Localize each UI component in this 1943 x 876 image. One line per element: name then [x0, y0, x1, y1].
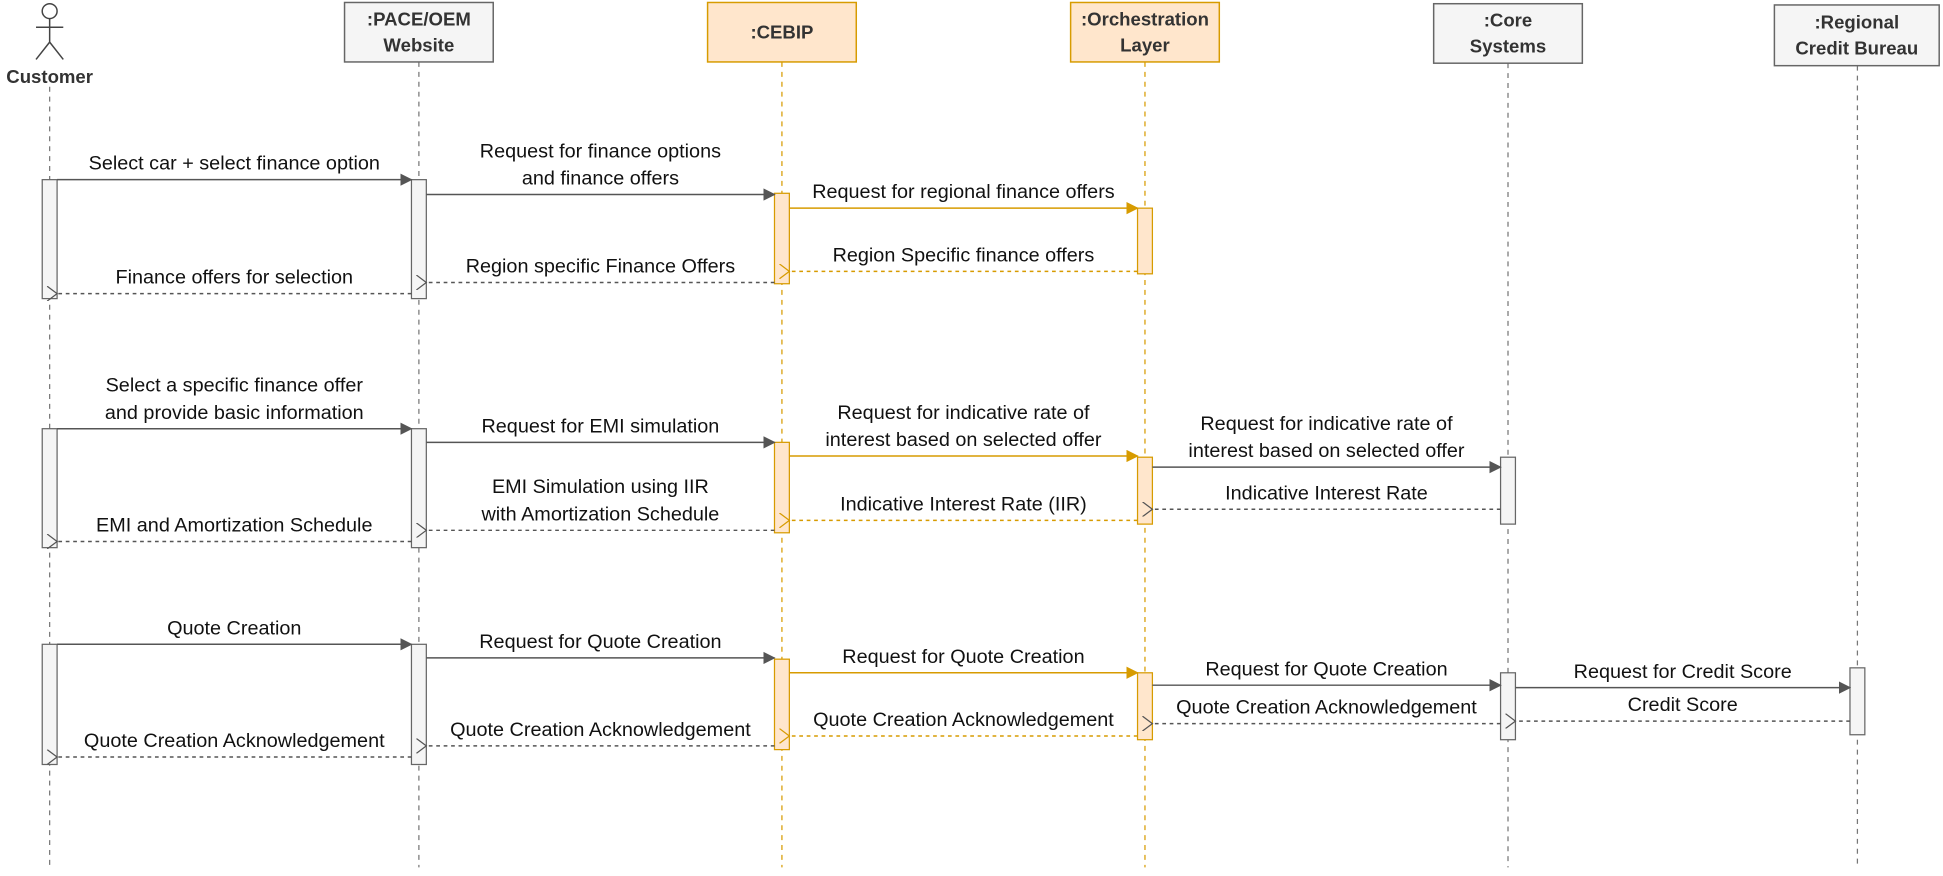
return-message-14[interactable]: EMI and Amortization Schedule [57, 515, 412, 542]
message-label: Quote Creation Acknowledgement [813, 709, 1114, 731]
message-10[interactable]: Request for indicative rate of interest b… [1152, 413, 1502, 474]
message-label: interest based on selected offer [825, 429, 1101, 451]
activation-bar-core [1499, 456, 1517, 525]
return-message-5[interactable]: Region specific Finance Offers [426, 256, 775, 283]
return-message-21[interactable]: Quote Creation Acknowledgement [1152, 697, 1501, 724]
participant-bureau[interactable]: :Regional Credit Bureau [1773, 4, 1940, 67]
message-label: and provide basic information [105, 402, 364, 424]
message-label: Quote Creation Acknowledgement [84, 730, 385, 752]
return-message-22[interactable]: Quote Creation Acknowledgement [789, 709, 1138, 736]
activation-bar-orchestration [1136, 672, 1154, 741]
message-label: Quote Creation Acknowledgement [450, 719, 751, 741]
return-message-20[interactable]: Credit Score [1515, 694, 1850, 721]
message-label: EMI and Amortization Schedule [96, 515, 372, 537]
activation-bar-orchestration [1136, 207, 1154, 275]
activation-bar-cebip [773, 441, 790, 534]
participant-customer[interactable]: Customer [6, 2, 93, 87]
activation-bar-customer [41, 428, 58, 549]
participant-label: :CEBIP [750, 21, 813, 42]
message-label: Request for indicative rate of [837, 402, 1090, 424]
participant-label: Website [383, 34, 454, 55]
message-9[interactable]: Request for indicative rate of interest b… [789, 402, 1139, 463]
activation-bar-orchestration [1136, 456, 1154, 525]
message-label: Indicative Interest Rate [1225, 482, 1428, 504]
message-label: interest based on selected offer [1188, 440, 1464, 462]
message-label: Request for EMI simulation [481, 415, 719, 437]
message-8[interactable]: Request for EMI simulation [426, 415, 776, 449]
actor-leg [49, 41, 64, 60]
message-3[interactable]: Request for regional finance offers [789, 181, 1139, 215]
return-message-13[interactable]: EMI Simulation using IIR with Amortizatio… [426, 476, 775, 530]
message-label: and finance offers [522, 168, 679, 190]
message-label: Select a specific finance offer [106, 375, 364, 397]
participant-label: :Core [1484, 10, 1533, 31]
return-message-6[interactable]: Finance offers for selection [57, 267, 412, 294]
message-16[interactable]: Request for Quote Creation [426, 631, 776, 665]
message-label: Indicative Interest Rate (IIR) [840, 493, 1087, 515]
participant-website[interactable]: :PACE/OEM Website [343, 1, 494, 63]
message-label: EMI Simulation using IIR [492, 476, 709, 498]
participant-orchestration[interactable]: :Orchestration Layer [1069, 1, 1221, 63]
message-label: Request for indicative rate of [1200, 413, 1453, 435]
activation-bar-customer [41, 179, 58, 300]
message-19[interactable]: Request for Credit Score [1515, 661, 1852, 694]
actor-icon [35, 2, 64, 60]
participant-cebip[interactable]: :CEBIP [706, 1, 858, 63]
activation-bar-cebip [773, 192, 790, 285]
activation-bar-website [410, 643, 427, 766]
message-label: Request for Quote Creation [479, 631, 721, 653]
participant-label: :Orchestration [1081, 8, 1209, 29]
message-2[interactable]: Request for finance options and finance o… [426, 140, 776, 201]
message-label: Request for regional finance offers [812, 181, 1115, 203]
activation-bar-core [1499, 672, 1517, 741]
return-message-4[interactable]: Region Specific finance offers [789, 244, 1138, 271]
message-18[interactable]: Request for Quote Creation [1152, 658, 1502, 692]
activation-bar-cebip [773, 658, 790, 751]
message-label: Select car + select finance option [89, 153, 380, 175]
participant-label: Systems [1470, 36, 1546, 57]
return-message-24[interactable]: Quote Creation Acknowledgement [57, 730, 412, 757]
actor-leg [35, 41, 51, 60]
activation-bar-bureau [1849, 667, 1866, 736]
message-7[interactable]: Select a specific finance offer and provi… [57, 375, 413, 435]
return-message-11[interactable]: Indicative Interest Rate [1152, 482, 1501, 509]
message-label: Region Specific finance offers [833, 244, 1095, 266]
return-message-23[interactable]: Quote Creation Acknowledgement [426, 719, 775, 746]
return-message-12[interactable]: Indicative Interest Rate (IIR) [789, 493, 1138, 520]
message-label: Request for Credit Score [1574, 661, 1792, 683]
participant-core[interactable]: :Core Systems [1432, 2, 1584, 64]
participant-label: Credit Bureau [1795, 38, 1918, 59]
message-17[interactable]: Request for Quote Creation [789, 646, 1139, 679]
participant-label: :Regional [1814, 11, 1899, 32]
message-label: Finance offers for selection [116, 267, 354, 289]
message-label: Credit Score [1628, 694, 1738, 716]
activation-bar-customer [41, 643, 58, 766]
participant-label: :PACE/OEM [367, 8, 471, 29]
activation-bar-website [410, 179, 427, 300]
activation-bar-website [410, 428, 427, 549]
participant-label: Layer [1120, 34, 1170, 55]
message-label: with Amortization Schedule [480, 503, 719, 525]
message-label: Request for Quote Creation [1205, 658, 1447, 680]
message-label: Quote Creation [167, 617, 301, 639]
message-15[interactable]: Quote Creation [57, 617, 413, 651]
participant-label: Customer [6, 66, 93, 87]
actor-head [41, 2, 58, 20]
message-label: Region specific Finance Offers [466, 256, 736, 278]
message-label: Request for Quote Creation [842, 646, 1084, 668]
message-label: Request for finance options [480, 140, 721, 162]
message-label: Quote Creation Acknowledgement [1176, 697, 1477, 719]
message-1[interactable]: Select car + select finance option [57, 153, 413, 186]
sequence-diagram: Customer :PACE/OEM Website :CEBIP :Orchestra… [6, 1, 1940, 868]
